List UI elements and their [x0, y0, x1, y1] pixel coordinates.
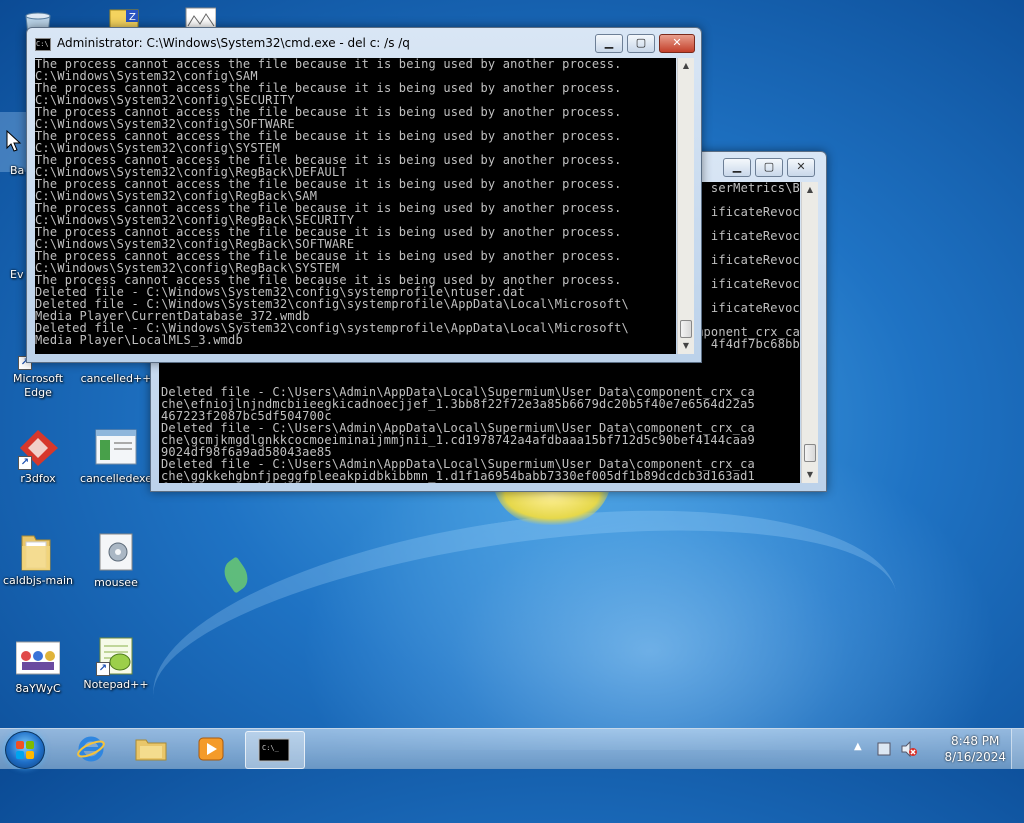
shortcut-arrow-icon: ↗ [96, 662, 110, 676]
scrollbar-thumb[interactable] [680, 320, 692, 338]
taskbar-cmd[interactable]: C:\_ [245, 731, 305, 769]
scroll-down-arrow-icon[interactable]: ▼ [678, 338, 694, 354]
console-line: serMetrics\B [710, 182, 800, 195]
minimize-button[interactable]: ▁ [595, 34, 623, 53]
gear-document-icon [94, 530, 138, 574]
shortcut-arrow-icon: ↗ [18, 456, 32, 470]
r3dfox-icon: ↗ [16, 426, 60, 470]
folder-icon [135, 739, 167, 761]
console-line: ificateRevoc [710, 229, 800, 243]
desktop-icon-mousee[interactable]: mousee [78, 530, 154, 590]
taskbar: C:\_ ▲ 8:48 PM 8/16/2024 [0, 728, 1024, 769]
console-line: ificateRevoc [710, 205, 800, 219]
volume-muted-icon[interactable] [900, 740, 918, 758]
desktop-icon-cancelledexe[interactable]: cancelledexe [78, 426, 154, 486]
clock-time: 8:48 PM [951, 734, 1000, 748]
desktop-icon-label: cancelledexe [80, 472, 152, 485]
console-output[interactable]: The process cannot access the file becau… [35, 58, 676, 354]
wallpaper-leaf [218, 556, 254, 594]
desktop-icon-caldbjs-main[interactable]: caldbjs-main [0, 528, 76, 588]
close-button[interactable]: ✕ [787, 158, 815, 177]
desktop-icon-r3dfox[interactable]: ↗ r3dfox [0, 426, 76, 486]
show-hidden-icons-icon[interactable]: ▲ [854, 741, 862, 752]
taskbar-internet-explorer[interactable] [64, 731, 118, 767]
minimize-button[interactable]: ▁ [723, 158, 751, 177]
scrollbar-thumb[interactable] [804, 444, 816, 462]
notepad-plus-plus-icon: ↗ [94, 632, 138, 676]
maximize-button[interactable]: ▢ [627, 34, 655, 53]
cmd-window-icon: C:\ [35, 38, 51, 51]
desktop-icon-notepadpp[interactable]: ↗ Notepad++ [78, 632, 154, 692]
desktop-icon-label: r3dfox [20, 472, 56, 485]
mouse-cursor-icon [6, 130, 22, 152]
desktop-icon-label: Ev [10, 268, 24, 281]
desktop-icon-label: 8aYWyC [15, 682, 61, 695]
maximize-button[interactable]: ▢ [755, 158, 783, 177]
console-partial-lines: serMetrics\B ificateRevoc ificateRevoc ific… [689, 182, 800, 350]
console-lines: The process cannot access the file becau… [35, 58, 629, 346]
image-file-icon [15, 636, 61, 680]
desktop-icon-label: Microsoft Edge [12, 372, 64, 399]
scroll-up-arrow-icon[interactable]: ▲ [802, 182, 818, 198]
desktop-icon-label: Ba [10, 164, 25, 177]
action-center-flag-icon[interactable] [876, 740, 894, 758]
internet-explorer-icon [77, 736, 105, 762]
console-lines: Deleted file - C:\Users\Admin\AppData\Lo… [161, 386, 755, 483]
scroll-up-arrow-icon[interactable]: ▲ [678, 58, 694, 74]
clock[interactable]: 8:48 PM 8/16/2024 [944, 733, 1006, 765]
taskbar-file-explorer[interactable] [124, 731, 178, 767]
console-line: ificateRevoc [710, 301, 800, 315]
cmd-icon: C:\_ [258, 738, 290, 762]
vertical-scrollbar[interactable]: ▲ ▼ [677, 58, 694, 354]
vertical-scrollbar[interactable]: ▲ ▼ [801, 182, 818, 483]
close-button[interactable]: ✕ [659, 34, 695, 53]
desktop-icon-label: cancelled++ [80, 372, 152, 385]
desktop-icon-label: mousee [94, 576, 138, 589]
scroll-down-arrow-icon[interactable]: ▼ [802, 467, 818, 483]
application-window-icon [94, 426, 138, 470]
folder-icon [16, 528, 60, 572]
desktop-icon-label: Notepad++ [83, 678, 149, 691]
show-desktop-button[interactable] [1011, 729, 1024, 769]
console-line: 4f4df7bc68bb [710, 337, 800, 351]
svg-text:Z: Z [129, 12, 136, 23]
taskbar-media-player[interactable] [184, 731, 238, 767]
window-title: Administrator: C:\Windows\System32\cmd.e… [57, 36, 410, 50]
svg-text:C:\_: C:\_ [262, 744, 280, 752]
system-tray: ▲ 8:48 PM 8/16/2024 [854, 729, 1024, 769]
desktop-icon-label: caldbjs-main [2, 574, 74, 587]
console-line: ificateRevoc [710, 277, 800, 291]
console-line: Media Player\LocalMLS_3.wmdb [35, 333, 243, 347]
desktop-icon-8aywyc[interactable]: 8aYWyC [0, 636, 76, 696]
clock-date: 8/16/2024 [944, 750, 1006, 764]
console-line: ificateRevoc [710, 253, 800, 267]
windows-logo-icon [16, 741, 34, 759]
media-player-icon [198, 737, 224, 761]
cmd-window-front[interactable]: C:\ Administrator: C:\Windows\System32\c… [26, 27, 702, 363]
title-bar[interactable]: C:\ Administrator: C:\Windows\System32\c… [27, 28, 701, 58]
start-button[interactable] [5, 731, 45, 769]
